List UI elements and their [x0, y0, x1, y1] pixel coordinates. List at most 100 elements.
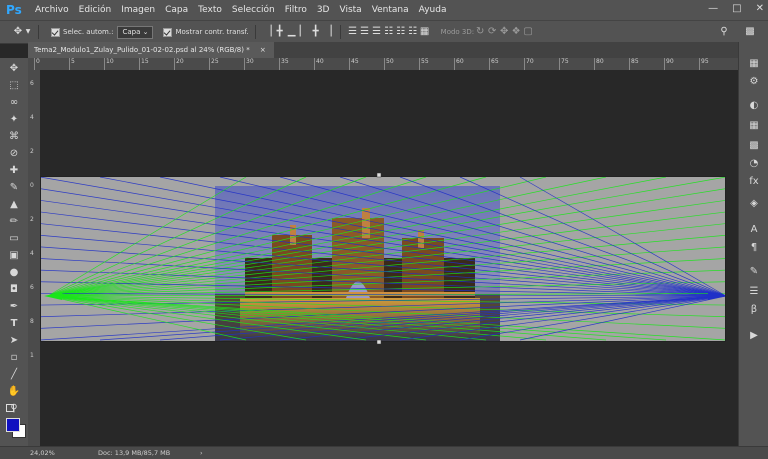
mode-3d-label: Modo 3D:	[440, 28, 475, 36]
ruler-tick	[244, 58, 245, 70]
magic-wand-tool-icon[interactable]: ✦	[6, 113, 22, 127]
move-tool-icon[interactable]: ✥	[12, 26, 24, 38]
distribute-top-icon[interactable]: ☰	[347, 26, 359, 38]
scale-3d-icon[interactable]: ▢	[522, 26, 534, 38]
ruler-label: 45	[351, 58, 359, 65]
paint-bucket-tool-icon[interactable]: ▣	[6, 249, 22, 263]
ruler-label: 15	[141, 58, 149, 65]
distribute-hcenter-icon[interactable]: ☷	[395, 26, 407, 38]
pen-tool-icon[interactable]: ✒	[6, 300, 22, 314]
workspace-icon[interactable]: ▩	[744, 26, 756, 38]
transform-handle-top[interactable]	[376, 172, 382, 178]
shape-tool-icon[interactable]: ▫	[6, 351, 22, 365]
history-brush-tool-icon[interactable]: ✏	[6, 215, 22, 229]
auto-select-checkbox[interactable]	[51, 27, 60, 37]
color-swatches	[2, 402, 28, 442]
document-info[interactable]: Doc: 13,9 MB/85,7 MB	[98, 447, 170, 459]
menu-ayuda[interactable]: Ayuda	[414, 0, 452, 20]
canvas-artwork[interactable]	[39, 70, 738, 446]
transform-handle-bottom[interactable]	[376, 339, 382, 345]
styles-panel-icon[interactable]: fx	[748, 176, 760, 188]
menu-seleccion[interactable]: Selección	[227, 0, 280, 20]
menu-vista[interactable]: Vista	[334, 0, 366, 20]
ruler-tick	[104, 58, 105, 70]
divider	[254, 25, 256, 39]
align-bottom-icon[interactable]: ▁	[286, 26, 298, 38]
menu-edicion[interactable]: Edición	[74, 0, 117, 20]
canvas-area[interactable]	[39, 70, 738, 446]
grid-panel-icon[interactable]: ▩	[748, 140, 760, 152]
roll-3d-icon[interactable]: ⟳	[486, 26, 498, 38]
menu-ventana[interactable]: Ventana	[367, 0, 414, 20]
eraser-tool-icon[interactable]: ▭	[6, 232, 22, 246]
show-transform-checkbox[interactable]	[163, 27, 173, 37]
swatches-panel-icon[interactable]: ▦	[748, 120, 760, 132]
rotate-3d-icon[interactable]: ↻	[474, 26, 486, 38]
channels-panel-icon[interactable]: ☰	[748, 286, 760, 298]
align-left-icon[interactable]: ▏	[298, 26, 310, 38]
menu-3d[interactable]: 3D	[312, 0, 335, 20]
eyedropper-tool-icon[interactable]: ⊘	[6, 147, 22, 161]
search-icon[interactable]: ⚲	[718, 26, 730, 38]
layers-panel-icon[interactable]: ◈	[748, 198, 760, 210]
close-tab-icon[interactable]: ×	[260, 46, 266, 54]
ruler-label: 90	[666, 58, 674, 65]
move-tool-icon[interactable]: ✥	[6, 62, 22, 76]
blur-tool-icon[interactable]: ●	[6, 266, 22, 280]
menu-texto[interactable]: Texto	[193, 0, 227, 20]
foreground-color-swatch[interactable]	[6, 418, 20, 432]
ruler-label: 1	[30, 352, 34, 359]
default-colors-icon[interactable]	[6, 404, 14, 412]
align-right-icon[interactable]: ▕	[322, 26, 334, 38]
align-top-icon[interactable]: ▕	[262, 26, 274, 38]
glyphs-panel-icon[interactable]: β	[748, 304, 760, 316]
ruler-label: 2	[30, 216, 34, 223]
drag-3d-icon[interactable]: ✥	[498, 26, 510, 38]
line-tool-icon[interactable]: ╱	[6, 368, 22, 382]
dodge-tool-icon[interactable]: ◘	[6, 283, 22, 297]
auto-select-dropdown[interactable]: Capa ⌄	[117, 25, 154, 39]
menu-filtro[interactable]: Filtro	[280, 0, 312, 20]
path-selection-tool-icon[interactable]: ➤	[6, 334, 22, 348]
marquee-tool-icon[interactable]: ⬚	[6, 79, 22, 93]
chevron-down-icon[interactable]: ▼	[24, 26, 32, 38]
paragraph-panel-icon[interactable]: ¶	[748, 242, 760, 254]
close-icon[interactable]: ✕	[756, 3, 764, 14]
ruler-tick	[174, 58, 175, 70]
healing-brush-tool-icon[interactable]: ✚	[6, 164, 22, 178]
color-panel-icon[interactable]: ◐	[748, 100, 760, 112]
clone-stamp-tool-icon[interactable]: ▲	[6, 198, 22, 212]
auto-align-icon[interactable]: ▦	[419, 26, 431, 38]
chevron-right-icon[interactable]: ›	[200, 447, 203, 459]
minimize-icon[interactable]: —	[708, 3, 718, 14]
lasso-tool-icon[interactable]: ∞	[6, 96, 22, 110]
type-tool-icon[interactable]: T	[6, 317, 22, 331]
play-action-icon[interactable]: ▶	[748, 330, 760, 342]
crop-tool-icon[interactable]: ⌘	[6, 130, 22, 144]
slide-3d-icon[interactable]: ❖	[510, 26, 522, 38]
menu-capa[interactable]: Capa	[160, 0, 193, 20]
menu-archivo[interactable]: Archivo	[30, 0, 74, 20]
zoom-level[interactable]: 24,02%	[30, 447, 60, 459]
ruler-tick	[34, 58, 35, 70]
brush-panel-icon[interactable]: ✎	[748, 266, 760, 278]
align-hcenter-icon[interactable]: ╋	[310, 26, 322, 38]
maximize-icon[interactable]: □	[732, 3, 741, 14]
adjustments-panel-icon[interactable]: ◔	[748, 158, 760, 170]
properties-panel-icon[interactable]: ⚙	[748, 76, 760, 88]
distribute-right-icon[interactable]: ☷	[407, 26, 419, 38]
character-panel-icon[interactable]: A	[748, 224, 760, 236]
align-vcenter-icon[interactable]: ╋	[274, 26, 286, 38]
ruler-tick	[69, 58, 70, 70]
hand-tool-icon[interactable]: ✋	[6, 385, 22, 399]
distribute-bottom-icon[interactable]: ☰	[371, 26, 383, 38]
history-panel-icon[interactable]: ▦	[748, 58, 760, 70]
distribute-left-icon[interactable]: ☷	[383, 26, 395, 38]
document-tab-title: Tema2_Modulo1_Zulay_Pulido_01-02-02.psd …	[34, 46, 250, 54]
brush-tool-icon[interactable]: ✎	[6, 181, 22, 195]
document-tab[interactable]: Tema2_Modulo1_Zulay_Pulido_01-02-02.psd …	[28, 42, 274, 58]
window-controls: — □ ✕	[708, 3, 764, 14]
menu-imagen[interactable]: Imagen	[116, 0, 160, 20]
distribute-vcenter-icon[interactable]: ☰	[359, 26, 371, 38]
ruler-label: 10	[106, 58, 114, 65]
